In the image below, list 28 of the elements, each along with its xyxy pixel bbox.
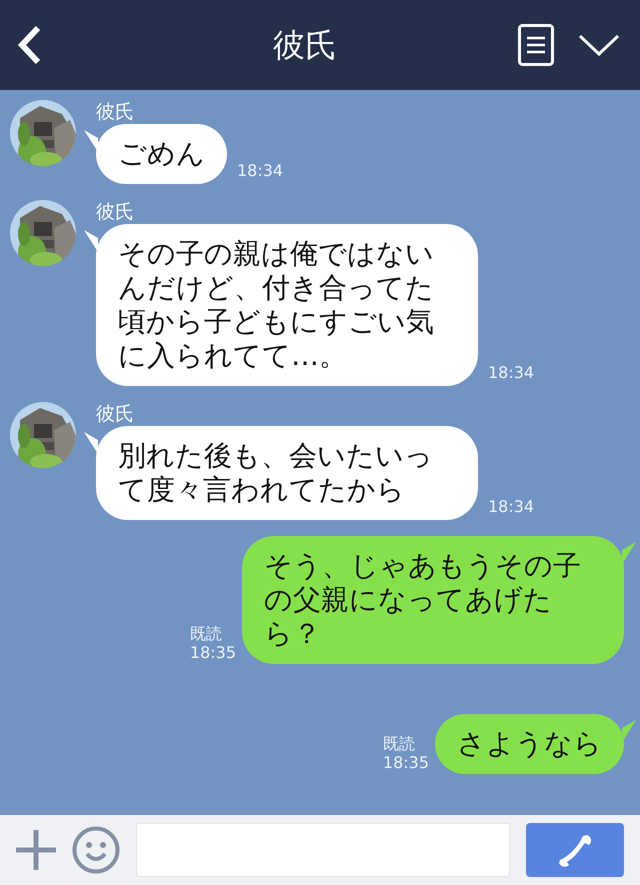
timestamp: 18:35 bbox=[382, 753, 429, 772]
message-input[interactable] bbox=[136, 823, 510, 877]
sender-name: 彼氏 bbox=[96, 402, 134, 426]
plus-icon[interactable] bbox=[16, 830, 56, 870]
message-bubble: ごめん bbox=[96, 124, 227, 184]
message-bubble: さようなら bbox=[435, 714, 624, 774]
timestamp: 18:34 bbox=[488, 363, 534, 382]
message-bubble: その子の親は俺ではないんだけど、付き合ってた頃から子どもにすごい気に入られてて…。 bbox=[96, 224, 478, 386]
phone-icon bbox=[557, 832, 593, 868]
message-bubble: 別れた後も、会いたいって度々言われてたから bbox=[96, 426, 478, 520]
read-receipt: 既読 bbox=[190, 624, 222, 643]
bubble-tail bbox=[622, 542, 636, 564]
bubble-tail bbox=[622, 720, 636, 742]
note-icon[interactable] bbox=[518, 24, 554, 66]
sender-name: 彼氏 bbox=[96, 100, 134, 124]
call-button[interactable] bbox=[526, 823, 624, 877]
smiley-icon[interactable] bbox=[72, 826, 120, 874]
timestamp: 18:35 bbox=[190, 643, 236, 662]
message-bubble: そう、じゃあもうその子の父親になってあげたら？ bbox=[242, 536, 624, 664]
bubble-tail bbox=[84, 432, 98, 454]
sender-name: 彼氏 bbox=[96, 200, 134, 224]
bubble-tail bbox=[84, 230, 98, 252]
timestamp: 18:34 bbox=[237, 161, 284, 180]
back-icon[interactable] bbox=[16, 25, 42, 65]
timestamp: 18:34 bbox=[488, 497, 534, 516]
chat-title: 彼氏 bbox=[273, 26, 337, 64]
read-receipt: 既読 bbox=[382, 734, 415, 753]
chevron-down-icon[interactable] bbox=[578, 33, 620, 57]
